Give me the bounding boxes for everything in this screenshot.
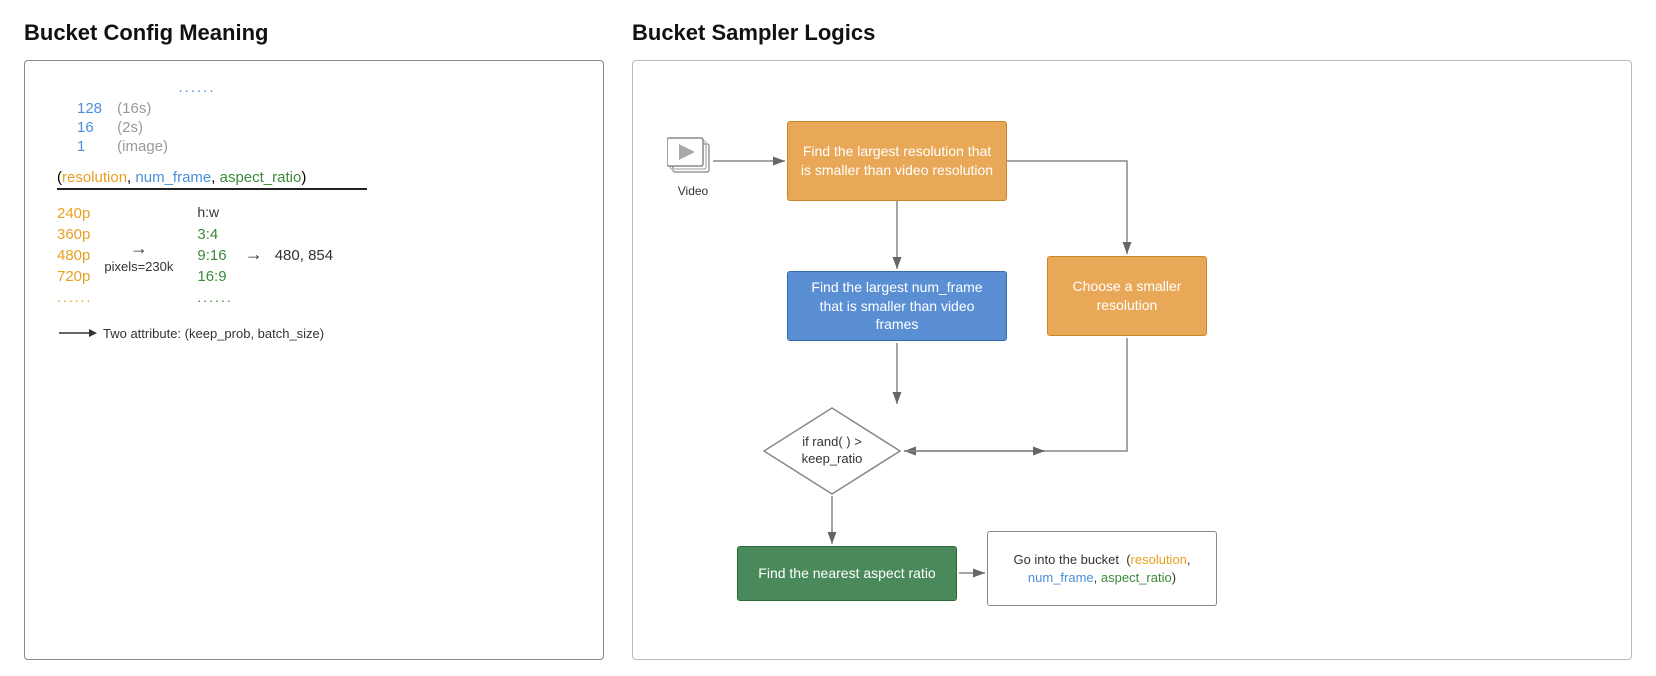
tuple-c2: , — [211, 169, 219, 186]
tuple-numframe: num_frame — [135, 169, 211, 186]
arrow-pixels: → pixels=230k — [104, 236, 173, 274]
res-720: 720p — [57, 268, 92, 285]
ratio-1: 3:4 — [197, 226, 232, 243]
box-find-resolution: Find the largest resolution that is smal… — [787, 121, 1007, 201]
dots-top: ...... — [117, 79, 277, 96]
arrow-result: → — [245, 244, 263, 265]
res-col: 240p 360p 480p 720p ...... — [57, 205, 92, 305]
box-bucket: Go into the bucket (resolution,num_frame… — [987, 531, 1217, 606]
frame-label-3: (image) — [117, 138, 168, 155]
frame-num-1: 128 — [77, 100, 113, 117]
box5-aspect: aspect_ratio — [1101, 570, 1172, 585]
res-240: 240p — [57, 205, 92, 222]
video-icon — [667, 136, 719, 180]
left-box: ...... 128 (16s) 16 (2s) 1 (image) ( — [24, 60, 604, 660]
tuple-resolution: resolution — [62, 169, 127, 186]
frame-label-2: (2s) — [117, 119, 143, 136]
box-find-numframe: Find the largest num_frame that is small… — [787, 271, 1007, 341]
hw-header: h:w — [197, 204, 232, 220]
dots-ratio: ...... — [197, 289, 232, 305]
main-container: Bucket Config Meaning ...... 128 (16s) 1… — [24, 20, 1632, 660]
ratio-3: 16:9 — [197, 268, 232, 285]
box5-numframe: num_frame — [1028, 570, 1094, 585]
box5-resolution: resolution — [1131, 552, 1187, 567]
right-panel: Bucket Sampler Logics Video — [604, 20, 1632, 660]
attr-text: Two attribute: (keep_prob, batch_size) — [103, 326, 324, 341]
hw-col: h:w 3:4 9:16 16:9 ...... — [197, 204, 232, 305]
frame-num-3: 1 — [77, 138, 113, 155]
right-title: Bucket Sampler Logics — [632, 20, 1632, 46]
tuple-aspect: aspect_ratio — [220, 169, 302, 186]
left-panel: Bucket Config Meaning ...... 128 (16s) 1… — [24, 20, 604, 660]
resolution-grid: 240p 360p 480p 720p ...... → pixels=230k… — [57, 204, 579, 305]
frame-line-3: 1 (image) — [77, 138, 579, 155]
ratio-2: 9:16 — [197, 247, 232, 264]
attr-line: Two attribute: (keep_prob, batch_size) — [57, 323, 579, 343]
frame-num-2: 16 — [77, 119, 113, 136]
tuple-suffix: ) — [301, 169, 306, 186]
res-480: 480p — [57, 247, 92, 264]
left-title: Bucket Config Meaning — [24, 20, 604, 46]
right-box: Video Find the largest resolution that i… — [632, 60, 1632, 660]
frame-line-1: 128 (16s) — [77, 100, 579, 117]
frame-label-1: (16s) — [117, 100, 151, 117]
res-360: 360p — [57, 226, 92, 243]
attr-arrow-icon — [57, 323, 97, 343]
flowchart: Video Find the largest resolution that i… — [657, 81, 1607, 639]
video-label: Video — [678, 184, 708, 198]
pixels-label: pixels=230k — [104, 259, 173, 274]
box5-content: Go into the bucket (resolution,num_frame… — [1013, 551, 1190, 586]
tuple-line: (resolution, num_frame, aspect_ratio) — [57, 169, 579, 190]
frame-lines: 128 (16s) 16 (2s) 1 (image) — [57, 100, 579, 155]
res-result: 480, 854 — [275, 247, 333, 264]
frame-line-2: 16 (2s) — [77, 119, 579, 136]
diamond-rand: if rand( ) >keep_ratio — [762, 406, 902, 496]
video-icon-group: Video — [667, 136, 719, 198]
diamond-text: if rand( ) >keep_ratio — [802, 434, 863, 468]
box-choose-resolution: Choose a smaller resolution — [1047, 256, 1207, 336]
dots-res: ...... — [57, 289, 92, 305]
box-find-aspect: Find the nearest aspect ratio — [737, 546, 957, 601]
